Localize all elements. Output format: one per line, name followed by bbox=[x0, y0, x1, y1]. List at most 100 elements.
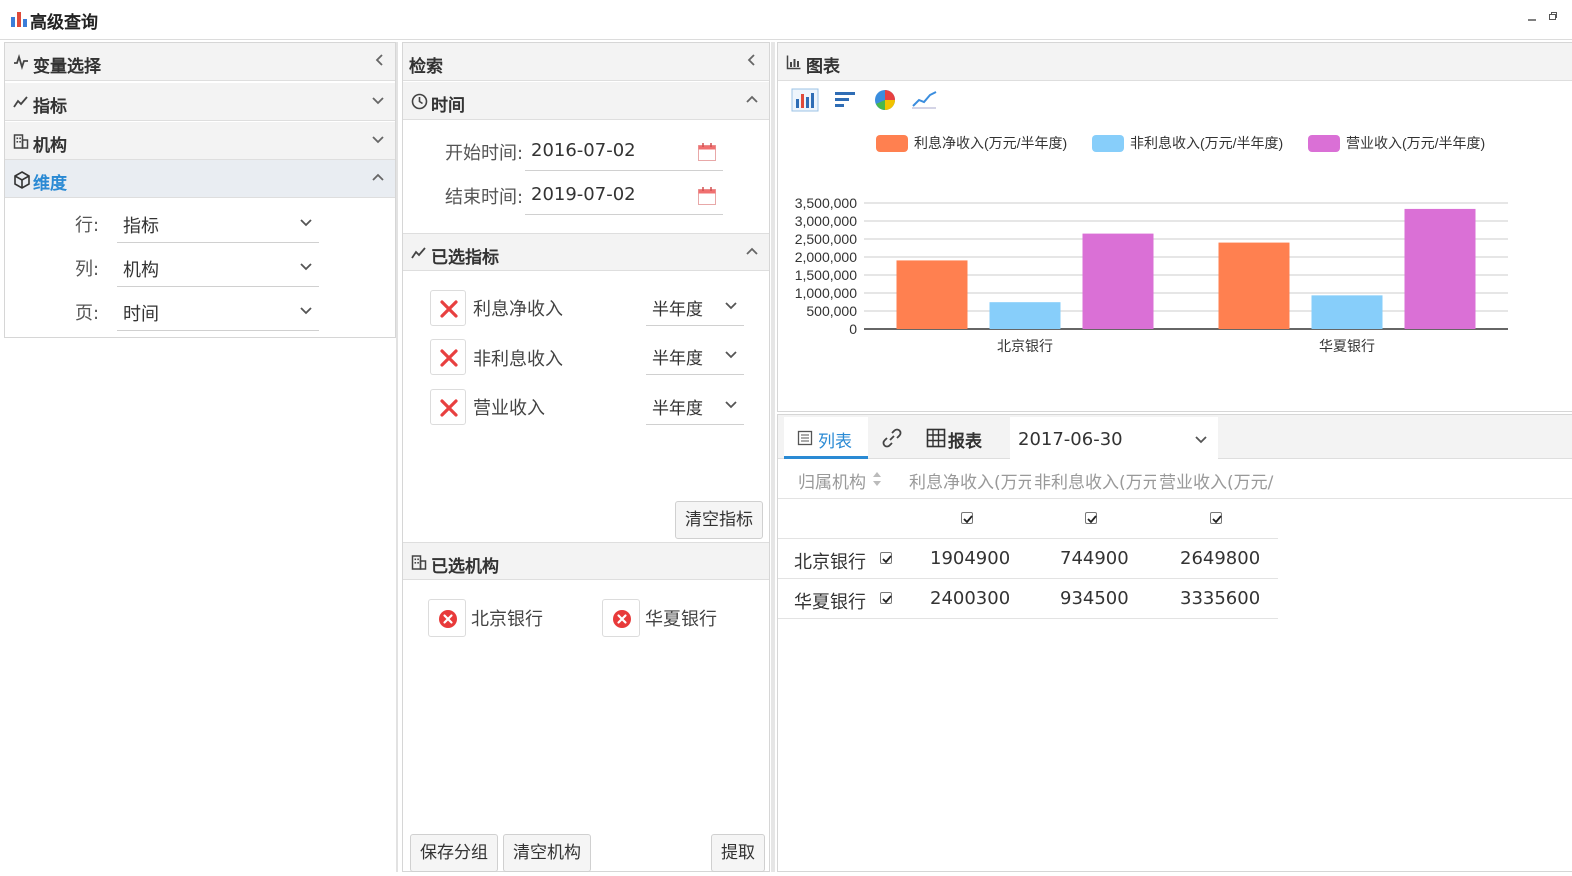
middle-splitter[interactable] bbox=[771, 42, 775, 872]
legend-swatch[interactable] bbox=[876, 135, 908, 152]
end-time-value: 2019-07-02 bbox=[531, 184, 636, 205]
cell-value: 934500 bbox=[1060, 588, 1129, 609]
collapse-left-icon[interactable] bbox=[373, 53, 387, 67]
close-icon bbox=[440, 300, 458, 318]
chevron-down-icon bbox=[372, 97, 384, 105]
bar-chart-icon[interactable] bbox=[791, 88, 819, 112]
start-time-label: 开始时间: bbox=[445, 143, 524, 164]
time-section-header[interactable]: 时间 bbox=[403, 82, 769, 120]
indicator-period-select[interactable]: 半年度 bbox=[646, 290, 744, 326]
chart-icon bbox=[786, 55, 801, 70]
chevron-up-icon bbox=[746, 95, 758, 103]
horizontal-bar-icon[interactable] bbox=[831, 88, 859, 112]
remove-org-button[interactable] bbox=[602, 599, 640, 637]
page-dimension-select[interactable]: 时间 bbox=[117, 295, 319, 331]
line-chart-icon[interactable] bbox=[910, 88, 938, 112]
link-icon[interactable] bbox=[881, 427, 903, 449]
y-tick-label: 2,000,000 bbox=[795, 249, 857, 265]
column-dimension-label: 列: bbox=[75, 259, 100, 280]
y-tick-label: 2,500,000 bbox=[795, 231, 857, 247]
minimize-button[interactable] bbox=[1527, 10, 1537, 24]
pie-chart-icon[interactable] bbox=[873, 88, 897, 112]
bar[interactable] bbox=[989, 302, 1061, 329]
clock-icon bbox=[411, 93, 428, 110]
bar[interactable] bbox=[896, 260, 968, 329]
list-icon bbox=[797, 430, 813, 446]
save-group-button[interactable]: 保存分组 bbox=[410, 834, 498, 872]
bar-chart: 利息净收入(万元/半年度) 非利息收入(万元/半年度) 营业收入(万元/半年度) 0… bbox=[795, 135, 1508, 354]
column-checkbox[interactable] bbox=[961, 512, 973, 524]
tab-list[interactable]: 列表 bbox=[784, 417, 868, 459]
check-icon bbox=[882, 595, 892, 604]
remove-indicator-button[interactable] bbox=[430, 339, 466, 375]
chevron-down-icon bbox=[300, 307, 312, 315]
y-tick-label: 3,000,000 bbox=[795, 213, 857, 229]
indicator-period-select[interactable]: 半年度 bbox=[646, 339, 744, 375]
legend-label[interactable]: 非利息收入(万元/半年度) bbox=[1130, 135, 1283, 151]
remove-indicator-button[interactable] bbox=[430, 290, 466, 326]
clear-orgs-button[interactable]: 清空机构 bbox=[503, 834, 591, 872]
indicator-name: 非利息收入 bbox=[473, 349, 563, 370]
section-indicator-label: 指标 bbox=[33, 97, 67, 117]
left-splitter[interactable] bbox=[396, 42, 398, 872]
page-dimension-value: 时间 bbox=[123, 304, 159, 325]
row-dimension-label: 行: bbox=[75, 215, 100, 236]
collapse-middle-icon[interactable] bbox=[745, 53, 759, 67]
column-checkbox[interactable] bbox=[1085, 512, 1097, 524]
section-indicator[interactable]: 指标 bbox=[5, 83, 395, 121]
row-dimension-select[interactable]: 指标 bbox=[117, 207, 319, 243]
bar[interactable] bbox=[1311, 295, 1383, 329]
legend-label[interactable]: 营业收入(万元/半年度) bbox=[1346, 135, 1485, 151]
y-tick-label: 1,000,000 bbox=[795, 285, 857, 301]
extract-button[interactable]: 提取 bbox=[711, 834, 765, 872]
indicators-section-header[interactable]: 已选指标 bbox=[403, 233, 769, 271]
header-org[interactable]: 归属机构 bbox=[798, 468, 868, 493]
indicator-period-value: 半年度 bbox=[652, 300, 703, 320]
indicator-period-select[interactable]: 半年度 bbox=[646, 389, 744, 425]
remove-org-button[interactable] bbox=[428, 599, 466, 637]
tab-report-label: 报表 bbox=[948, 432, 982, 452]
remove-indicator-button[interactable] bbox=[430, 389, 466, 425]
end-time-input[interactable]: 2019-07-02 bbox=[525, 179, 723, 215]
date-select[interactable]: 2017-06-30 bbox=[1010, 417, 1218, 459]
section-organization-label: 机构 bbox=[33, 136, 67, 156]
start-time-input[interactable]: 2016-07-02 bbox=[525, 135, 723, 171]
search-panel: 检索 时间 开始时间: 2016-07-02 结束时间: 2019-07-02 bbox=[402, 42, 770, 872]
sort-icon[interactable] bbox=[872, 471, 882, 487]
clear-indicators-button[interactable]: 清空指标 bbox=[675, 501, 763, 539]
building-icon bbox=[411, 555, 427, 570]
section-dimension-label: 维度 bbox=[33, 174, 67, 194]
header-col[interactable]: 营业收入(万元/ bbox=[1159, 468, 1277, 493]
row-org: 北京银行 bbox=[794, 552, 866, 573]
x-tick-label: 北京银行 bbox=[997, 338, 1053, 354]
section-organization[interactable]: 机构 bbox=[5, 122, 395, 160]
variable-select-header: 变量选择 bbox=[5, 43, 395, 81]
bar[interactable] bbox=[1404, 208, 1476, 329]
row-checkbox[interactable] bbox=[880, 592, 892, 604]
cell-value: 2400300 bbox=[930, 588, 1011, 609]
legend-label[interactable]: 利息净收入(万元/半年度) bbox=[914, 135, 1067, 151]
restore-button[interactable] bbox=[1548, 10, 1558, 24]
y-tick-label: 0 bbox=[849, 321, 857, 337]
start-time-value: 2016-07-02 bbox=[531, 140, 636, 161]
bar[interactable] bbox=[1218, 242, 1290, 329]
row-checkbox[interactable] bbox=[880, 552, 892, 564]
legend-swatch[interactable] bbox=[1092, 135, 1124, 152]
tab-report[interactable]: 报表 bbox=[924, 417, 998, 459]
bar[interactable] bbox=[1082, 233, 1154, 329]
header-col[interactable]: 非利息收入(万元 bbox=[1034, 468, 1156, 493]
chevron-down-icon bbox=[1195, 436, 1207, 444]
calendar-icon[interactable] bbox=[697, 142, 717, 162]
legend-swatch[interactable] bbox=[1308, 135, 1340, 152]
variable-icon bbox=[14, 54, 28, 70]
section-dimension[interactable]: 维度 bbox=[5, 160, 395, 198]
x-tick-label: 华夏银行 bbox=[1319, 338, 1375, 354]
chevron-down-icon bbox=[372, 136, 384, 144]
column-dimension-select[interactable]: 机构 bbox=[117, 251, 319, 287]
close-circle-icon bbox=[613, 610, 631, 628]
column-checkbox[interactable] bbox=[1210, 512, 1222, 524]
check-icon bbox=[1087, 515, 1097, 524]
indicator-period-value: 半年度 bbox=[652, 399, 703, 419]
header-col[interactable]: 利息净收入(万元 bbox=[909, 468, 1031, 493]
calendar-icon[interactable] bbox=[697, 186, 717, 206]
